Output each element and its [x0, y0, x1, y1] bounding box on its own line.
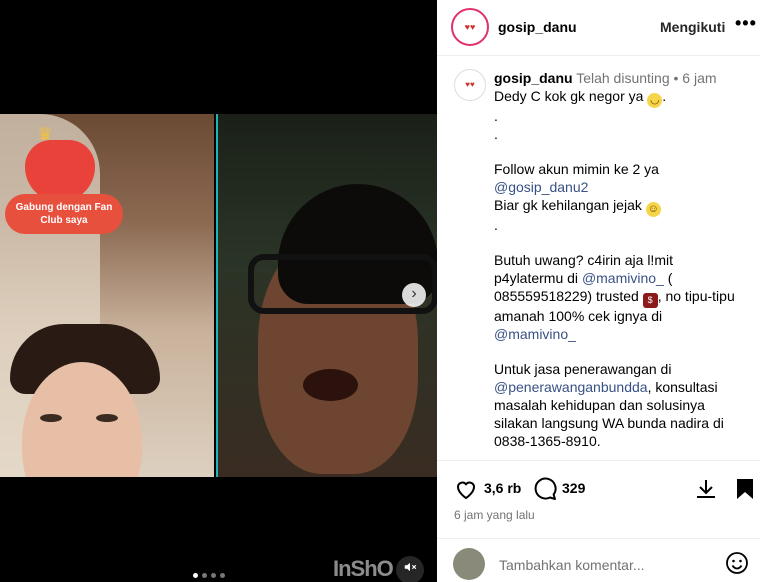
eye	[96, 414, 118, 422]
bookmark-icon[interactable]	[732, 477, 758, 501]
more-options-icon[interactable]: •••	[735, 13, 757, 34]
caption-line: Butuh uwang? c4irin aja l!mit	[494, 252, 673, 269]
mouth	[303, 369, 358, 401]
mute-icon[interactable]	[396, 556, 424, 582]
caption-avatar[interactable]: ♥♥	[454, 69, 486, 101]
carousel-dot	[220, 573, 225, 578]
caption-text: Biar gk kehilangan jejak	[494, 196, 642, 213]
caption-line	[494, 235, 749, 253]
caption-line: @mamivino_	[494, 326, 749, 344]
avatar-image: ♥♥	[458, 73, 482, 97]
caption-line: @penerawanganbundda, konsultasi	[494, 379, 749, 397]
caption-text: 085559518229) trusted	[494, 287, 639, 304]
caption-line: Dedy C kok gk negor ya ◡.	[494, 87, 667, 108]
caption-line: amanah 100% cek ignya di	[494, 307, 663, 324]
download-icon[interactable]	[693, 477, 719, 501]
comments-area: ♥♥ gosip_danu Telah disunting • 6 jam De…	[437, 57, 760, 459]
following-button[interactable]: Mengikuti	[660, 19, 725, 35]
likes-count[interactable]: 3,6 rb	[484, 480, 521, 496]
post-timestamp: 6 jam yang lalu	[454, 508, 535, 522]
carousel-dot	[202, 573, 207, 578]
caption-line: p4ylatermu di @mamivino_ (	[494, 270, 749, 288]
money-bag-emoji-icon: $	[642, 292, 658, 308]
heart-mascot-icon	[25, 140, 95, 202]
caption-text: , no tipu-tipu	[657, 287, 735, 304]
comment-composer: Tambahkan komentar...	[437, 538, 760, 582]
post-age: 6 jam	[682, 70, 717, 86]
caption-line: .	[494, 216, 498, 233]
crown-icon: ♛	[37, 124, 54, 144]
avatar[interactable]: ♥♥	[451, 8, 489, 46]
caption-line: @gosip_danu2	[494, 179, 749, 197]
caption-header: gosip_danu Telah disunting • 6 jam	[494, 70, 749, 88]
caption-text: p4ylatermu di	[494, 270, 579, 287]
caption-line: silakan langsung WA bunda nadira di	[494, 414, 724, 431]
post-header: ♥♥ gosip_danu Mengikuti •••	[437, 0, 760, 56]
comments-count[interactable]: 329	[562, 480, 585, 496]
fan-club-label: Gabung dengan Fan Club saya	[5, 194, 123, 234]
mention-link[interactable]: @mamivino_	[494, 326, 576, 342]
chevron-right-icon[interactable]: ›	[402, 283, 426, 307]
mention-link[interactable]: @mamivino_	[582, 270, 664, 286]
smile-emoji-icon: ◡	[647, 92, 663, 108]
caption-line: .	[494, 125, 498, 142]
carousel-dots	[193, 573, 225, 578]
caption-text: , konsultasi	[647, 379, 718, 396]
watermark: InShO	[333, 556, 394, 581]
caption-line	[494, 143, 749, 161]
caption-line: Biar gk kehilangan jejak ☺	[494, 197, 749, 217]
caption-text: (	[667, 270, 673, 287]
caption-line: Untuk jasa penerawangan di	[494, 361, 672, 378]
caption-line	[494, 344, 749, 362]
emoji-icon[interactable]	[725, 551, 749, 575]
avatar-image: ♥♥	[456, 13, 484, 41]
current-user-avatar	[453, 548, 485, 580]
caption-username[interactable]: gosip_danu	[494, 70, 573, 86]
edited-label: Telah disunting	[576, 70, 670, 86]
mention-link[interactable]: @penerawanganbundda	[494, 379, 648, 395]
eye	[40, 414, 62, 422]
mention-link[interactable]: @gosip_danu2	[494, 179, 588, 195]
carousel-dot	[211, 573, 216, 578]
post-caption: gosip_danu Telah disunting • 6 jam Dedy …	[494, 70, 749, 450]
comment-input[interactable]: Tambahkan komentar...	[499, 557, 645, 573]
caption-line: masalah kehidupan dan solusinya	[494, 396, 705, 413]
caption-line: 085559518229) trusted $, no tipu-tipu	[494, 288, 749, 308]
caption-line: 0838-1365-8910.	[494, 432, 601, 449]
post-media[interactable]: ♛ Gabung dengan Fan Club saya › InShO	[0, 0, 437, 582]
heart-icon[interactable]	[453, 477, 479, 501]
caption-line: Follow akun mimin ke 2 ya	[494, 161, 659, 178]
post-sidebar: ♥♥ gosip_danu Mengikuti ••• ♥♥ gosip_dan…	[437, 0, 760, 582]
caption-line: .	[494, 107, 498, 124]
header-username[interactable]: gosip_danu	[498, 19, 577, 35]
grin-emoji-icon: ☺	[645, 201, 661, 217]
separator: •	[673, 70, 679, 86]
fan-club-badge: ♛ Gabung dengan Fan Club saya	[5, 120, 123, 240]
carousel-dot	[193, 573, 198, 578]
caption-text: Dedy C kok gk negor ya	[494, 87, 644, 104]
comment-icon[interactable]	[532, 477, 558, 501]
speaker-off-glyph	[404, 562, 417, 572]
action-bar: 3,6 rb 329 6 jam yang lalu	[437, 460, 760, 538]
